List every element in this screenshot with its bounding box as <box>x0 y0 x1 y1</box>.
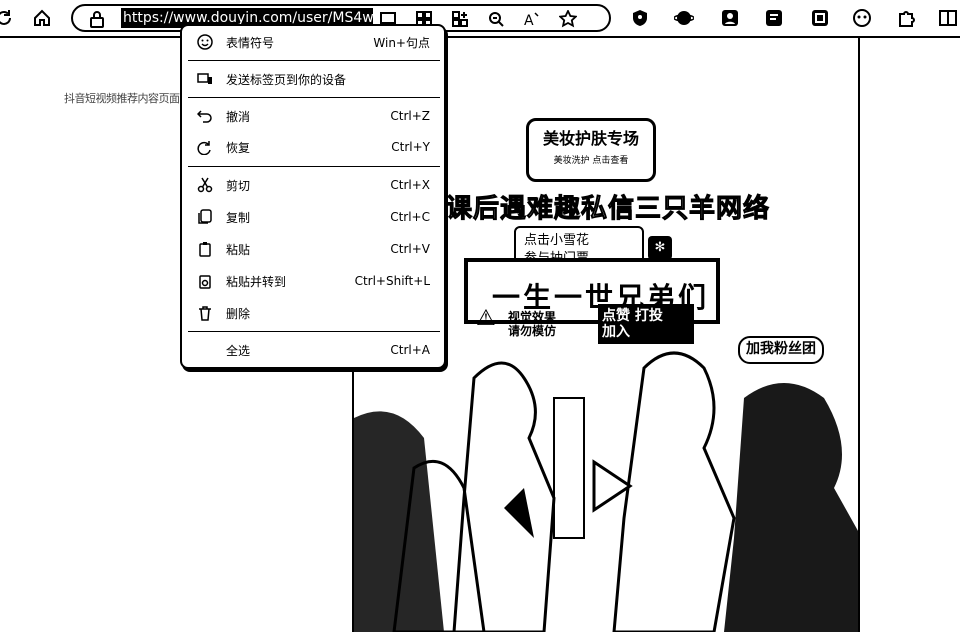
menu-item-undo[interactable]: 撤消 Ctrl+Z <box>188 103 440 129</box>
menu-label: 恢复 <box>226 140 251 155</box>
menu-shortcut: Ctrl+X <box>390 178 430 192</box>
page-caption: 抖音短视频推荐内容页面 <box>64 92 180 105</box>
paste-go-icon <box>196 272 214 290</box>
undo-icon <box>196 107 214 125</box>
warning-note: ⚠ 视觉效果 请勿模仿 <box>476 308 557 339</box>
menu-label: 删除 <box>226 306 251 321</box>
favorite-star-icon[interactable] <box>557 8 579 30</box>
read-aloud-icon[interactable]: A <box>521 8 543 30</box>
menu-label: 剪切 <box>226 178 251 193</box>
warn-line-2: 请勿模仿 <box>508 324 557 338</box>
menu-label: 表情符号 <box>226 35 275 50</box>
home-icon[interactable] <box>30 6 54 30</box>
note-icon[interactable] <box>762 6 786 30</box>
split-screen-icon[interactable] <box>936 6 960 30</box>
promo-subtitle: 美妆洗护 点击查看 <box>553 156 629 166</box>
refresh-icon[interactable] <box>0 6 16 30</box>
puzzle-icon[interactable] <box>894 6 918 30</box>
menu-item-copy[interactable]: 复制 Ctrl+C <box>188 204 440 230</box>
browser-toolbar: https://www.douyin.com/user/MS4wLjABA A <box>0 0 960 38</box>
menu-label: 全选 <box>226 343 251 358</box>
menu-item-cut[interactable]: 剪切 Ctrl+X <box>188 172 440 198</box>
lock-icon <box>90 11 104 28</box>
trash-icon <box>196 304 214 322</box>
menu-divider <box>188 331 440 332</box>
warning-icon: ⚠ <box>476 306 496 331</box>
menu-label: 复制 <box>226 210 251 225</box>
menu-item-emoji[interactable]: 表情符号 Win+句点 <box>188 29 440 55</box>
menu-label: 粘贴 <box>226 242 251 257</box>
menu-label: 发送标签页到你的设备 <box>226 72 347 87</box>
copy-icon <box>196 208 214 226</box>
box-line-1: 点赞 打投 <box>602 308 663 324</box>
menu-shortcut: Ctrl+A <box>390 343 430 357</box>
promo-title: 美妆护肤专场 <box>542 129 639 148</box>
snow-line-1: 点击小雪花 <box>524 233 590 248</box>
menu-item-send-to-device[interactable]: 发送标签页到你的设备 <box>188 66 440 92</box>
menu-label: 粘贴并转到 <box>226 274 287 289</box>
scissors-icon <box>196 176 214 194</box>
person-icon[interactable] <box>718 6 742 30</box>
zoom-out-icon[interactable] <box>485 8 507 30</box>
menu-item-delete[interactable]: 删除 <box>188 300 440 326</box>
menu-item-paste[interactable]: 粘贴 Ctrl+V <box>188 236 440 262</box>
face-icon[interactable] <box>850 6 874 30</box>
play-icon[interactable] <box>590 458 634 514</box>
menu-shortcut: Ctrl+Z <box>390 109 430 123</box>
planet-icon[interactable] <box>672 6 696 30</box>
context-menu: 表情符号 Win+句点 发送标签页到你的设备 撤消 Ctrl+Z 恢复 Ctrl… <box>180 24 446 369</box>
menu-shortcut: Win+句点 <box>373 35 430 50</box>
screenshot-icon[interactable] <box>808 6 832 30</box>
redo-icon <box>196 138 214 156</box>
emoji-icon <box>196 33 214 51</box>
menu-divider <box>188 166 440 167</box>
apps-icon[interactable] <box>449 8 471 30</box>
menu-shortcut: Ctrl+V <box>390 242 430 256</box>
menu-shortcut: Ctrl+C <box>390 210 430 224</box>
shield-icon[interactable] <box>628 6 652 30</box>
menu-divider <box>188 97 440 98</box>
promo-banner[interactable]: 美妆护肤专场 美妆洗护 点击查看 <box>526 118 656 182</box>
menu-divider <box>188 60 440 61</box>
snowflake-icon[interactable]: ✻ <box>648 236 672 260</box>
warn-line-1: 视觉效果 <box>508 310 557 324</box>
video-headline: 课后遇难趣私信三只羊网络 <box>445 194 771 225</box>
menu-shortcut: Ctrl+Y <box>391 140 430 154</box>
menu-label: 撤消 <box>226 109 251 124</box>
menu-item-select-all[interactable]: 全选 Ctrl+A <box>188 337 440 363</box>
menu-item-paste-and-go[interactable]: 粘贴并转到 Ctrl+Shift+L <box>188 268 440 294</box>
send-device-icon <box>196 70 214 88</box>
menu-shortcut: Ctrl+Shift+L <box>354 274 430 288</box>
paste-icon <box>196 240 214 258</box>
menu-item-redo[interactable]: 恢复 Ctrl+Y <box>188 134 440 160</box>
svg-text:A: A <box>524 13 534 28</box>
